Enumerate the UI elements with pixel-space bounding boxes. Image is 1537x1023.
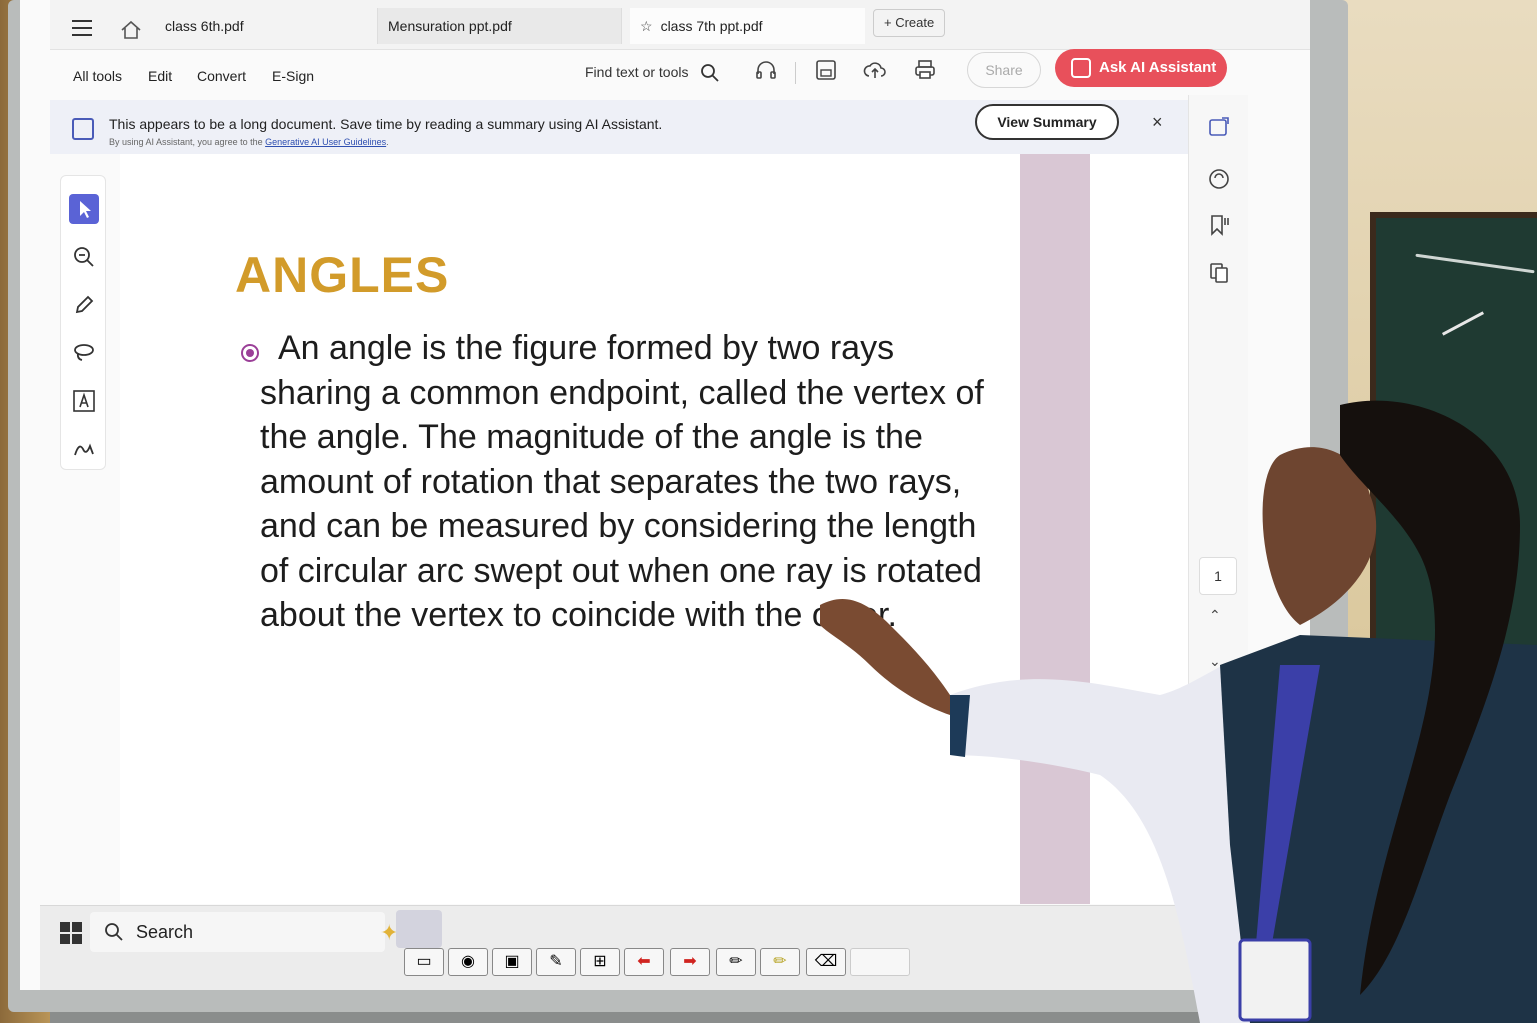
ai-summary-banner: This appears to be a long document. Save… xyxy=(50,100,1188,154)
presenter-student xyxy=(820,400,1537,1023)
hamburger-menu-icon[interactable] xyxy=(72,20,92,36)
pen-icon xyxy=(75,295,94,314)
add-page-tray-icon[interactable]: ⊞ xyxy=(580,948,620,976)
ai-assistant-icon xyxy=(1071,58,1091,78)
ai-assistant-label: Ask AI Assistant xyxy=(1099,59,1217,76)
banner-disclaimer-suffix: . xyxy=(386,137,389,147)
taskbar-search[interactable]: Search ✦ xyxy=(90,912,398,952)
left-quick-tools xyxy=(60,175,106,470)
bookmark-icon[interactable] xyxy=(1207,213,1231,237)
signature-icon xyxy=(74,443,94,456)
cursor-icon xyxy=(80,201,91,218)
draw-tool[interactable] xyxy=(69,290,99,320)
create-button[interactable]: + Create xyxy=(873,9,946,37)
taskbar-app-pinned[interactable] xyxy=(450,910,496,948)
headphones-icon[interactable] xyxy=(754,58,778,82)
banner-message: This appears to be a long document. Save… xyxy=(109,116,663,132)
camera-tray-icon[interactable]: ◉ xyxy=(448,948,488,976)
tab-label: class 7th ppt.pdf xyxy=(660,18,763,34)
select-tool[interactable] xyxy=(69,194,99,224)
ai-generate-icon[interactable] xyxy=(1207,115,1231,139)
highlighter-tray-icon[interactable]: ✏ xyxy=(760,948,800,976)
menu-edit[interactable]: Edit xyxy=(148,68,172,84)
search-icon xyxy=(701,64,720,82)
find-text-or-tools[interactable]: Find text or tools xyxy=(585,63,720,83)
board-tray-icon[interactable]: ▣ xyxy=(492,948,532,976)
comment-icon[interactable] xyxy=(1207,167,1231,191)
banner-disclaimer-prefix: By using AI Assistant, you agree to the xyxy=(109,137,266,147)
slide-title: ANGLES xyxy=(235,247,450,303)
pen-tray-icon[interactable]: ✏ xyxy=(716,948,756,976)
toolbar-divider xyxy=(795,62,796,84)
ask-ai-assistant-button[interactable]: Ask AI Assistant xyxy=(1055,49,1227,87)
zoom-tool[interactable] xyxy=(69,242,99,272)
search-icon xyxy=(105,923,123,941)
signature-tool[interactable] xyxy=(69,434,99,464)
note-tray-icon[interactable]: ✎ xyxy=(536,948,576,976)
create-label: Create xyxy=(895,15,935,30)
text-box-icon xyxy=(73,390,95,412)
taskbar-app-pinned[interactable] xyxy=(396,910,442,948)
tab-label: Mensuration ppt.pdf xyxy=(388,18,512,34)
arrow-left-icon[interactable]: ⬅ xyxy=(624,948,664,976)
taskbar-search-placeholder: Search xyxy=(136,922,194,942)
star-icon[interactable]: ☆ xyxy=(640,8,653,44)
banner-disclaimer: By using AI Assistant, you agree to the … xyxy=(109,137,389,147)
lasso-tool[interactable] xyxy=(69,338,99,368)
text-tool[interactable] xyxy=(69,386,99,416)
guidelines-link[interactable]: Generative AI User Guidelines xyxy=(265,137,386,147)
plus-icon: + xyxy=(884,15,896,30)
tab-class-7th[interactable]: ☆ class 7th ppt.pdf xyxy=(630,8,865,44)
ai-summary-icon xyxy=(72,118,94,140)
menu-all-tools[interactable]: All tools xyxy=(73,68,122,84)
copy-pages-icon[interactable] xyxy=(1207,261,1231,285)
tab-label: class 6th.pdf xyxy=(165,18,244,34)
cloud-upload-icon[interactable] xyxy=(863,58,887,82)
menu-esign[interactable]: E-Sign xyxy=(272,68,314,84)
eraser-tray-icon[interactable]: ▭ xyxy=(404,948,444,976)
zoom-icon xyxy=(74,247,94,267)
arrow-right-icon[interactable]: ➡ xyxy=(670,948,710,976)
menu-convert[interactable]: Convert xyxy=(197,68,246,84)
bullet-icon xyxy=(241,344,259,362)
lasso-icon xyxy=(74,344,94,361)
close-icon[interactable]: × xyxy=(1152,112,1163,133)
find-label: Find text or tools xyxy=(585,64,689,80)
print-icon[interactable] xyxy=(913,58,937,82)
main-toolbar: All tools Edit Convert E-Sign Find text … xyxy=(50,49,1310,100)
tab-mensuration[interactable]: Mensuration ppt.pdf xyxy=(377,8,622,44)
home-icon[interactable] xyxy=(120,20,142,40)
save-icon[interactable] xyxy=(814,58,838,82)
tab-class-6th[interactable]: class 6th.pdf xyxy=(155,8,365,44)
tab-bar: class 6th.pdf Mensuration ppt.pdf ☆ class… xyxy=(50,0,1310,50)
windows-start-icon[interactable] xyxy=(60,922,82,944)
share-button[interactable]: Share xyxy=(967,52,1041,88)
view-summary-button[interactable]: View Summary xyxy=(975,104,1119,140)
